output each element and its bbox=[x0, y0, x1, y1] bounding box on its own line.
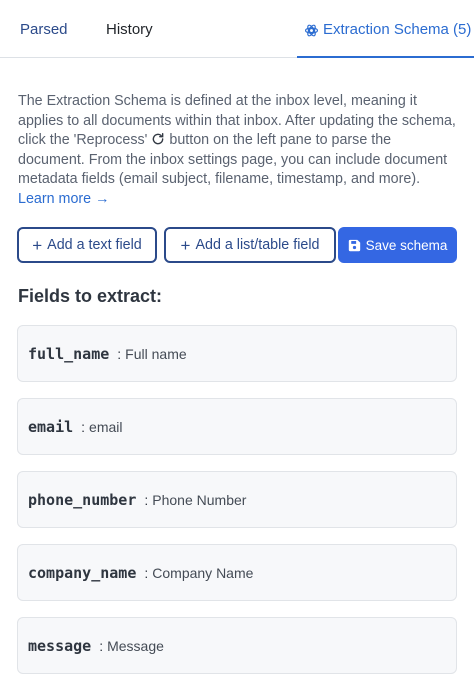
field-card-full-name[interactable]: full_name : Full name bbox=[17, 325, 457, 382]
field-separator: : bbox=[81, 418, 86, 435]
learn-more-link[interactable]: Learn more → bbox=[18, 191, 109, 207]
save-schema-button[interactable]: Save schema bbox=[338, 227, 457, 263]
add-list-field-label: Add a list/table field bbox=[195, 237, 320, 253]
tab-parsed[interactable]: Parsed bbox=[20, 18, 68, 42]
fields-heading: Fields to extract: bbox=[18, 286, 163, 306]
schema-description: The Extraction Schema is defined at the … bbox=[18, 92, 458, 210]
field-separator: : bbox=[117, 345, 122, 362]
field-separator: : bbox=[144, 564, 149, 581]
field-description: Full name bbox=[125, 345, 187, 362]
field-key: full_name bbox=[28, 344, 110, 363]
plus-icon: + bbox=[32, 235, 43, 255]
field-description: Message bbox=[107, 637, 164, 654]
tab-history[interactable]: History bbox=[106, 18, 153, 42]
field-description: Phone Number bbox=[152, 491, 247, 508]
field-card-phone-number[interactable]: phone_number : Phone Number bbox=[17, 471, 457, 528]
add-text-field-button[interactable]: + Add a text field bbox=[17, 227, 157, 263]
field-key: message bbox=[28, 636, 92, 655]
tab-extraction-schema-label: Extraction Schema (5) bbox=[323, 21, 472, 38]
field-card-email[interactable]: email : email bbox=[17, 398, 457, 455]
refresh-icon bbox=[153, 133, 164, 145]
field-key: company_name bbox=[28, 563, 137, 582]
tab-bar: Parsed History Extraction Schema (5) bbox=[0, 0, 474, 58]
field-key: phone_number bbox=[28, 490, 137, 509]
plus-icon: + bbox=[180, 235, 191, 255]
field-card-message[interactable]: message : Message bbox=[17, 617, 457, 674]
field-card-company-name[interactable]: company_name : Company Name bbox=[17, 544, 457, 601]
field-separator: : bbox=[99, 637, 104, 654]
field-separator: : bbox=[144, 491, 149, 508]
field-key: email bbox=[28, 417, 74, 436]
add-text-field-label: Add a text field bbox=[47, 237, 142, 253]
field-description: email bbox=[89, 418, 123, 435]
floppy-disk-icon bbox=[348, 239, 360, 251]
tab-extraction-schema[interactable]: Extraction Schema (5) bbox=[304, 18, 471, 42]
save-schema-label: Save schema bbox=[365, 237, 448, 253]
active-tab-indicator bbox=[297, 56, 474, 58]
field-description: Company Name bbox=[152, 564, 254, 581]
add-list-field-button[interactable]: + Add a list/table field bbox=[164, 227, 336, 263]
openai-icon bbox=[305, 24, 318, 36]
